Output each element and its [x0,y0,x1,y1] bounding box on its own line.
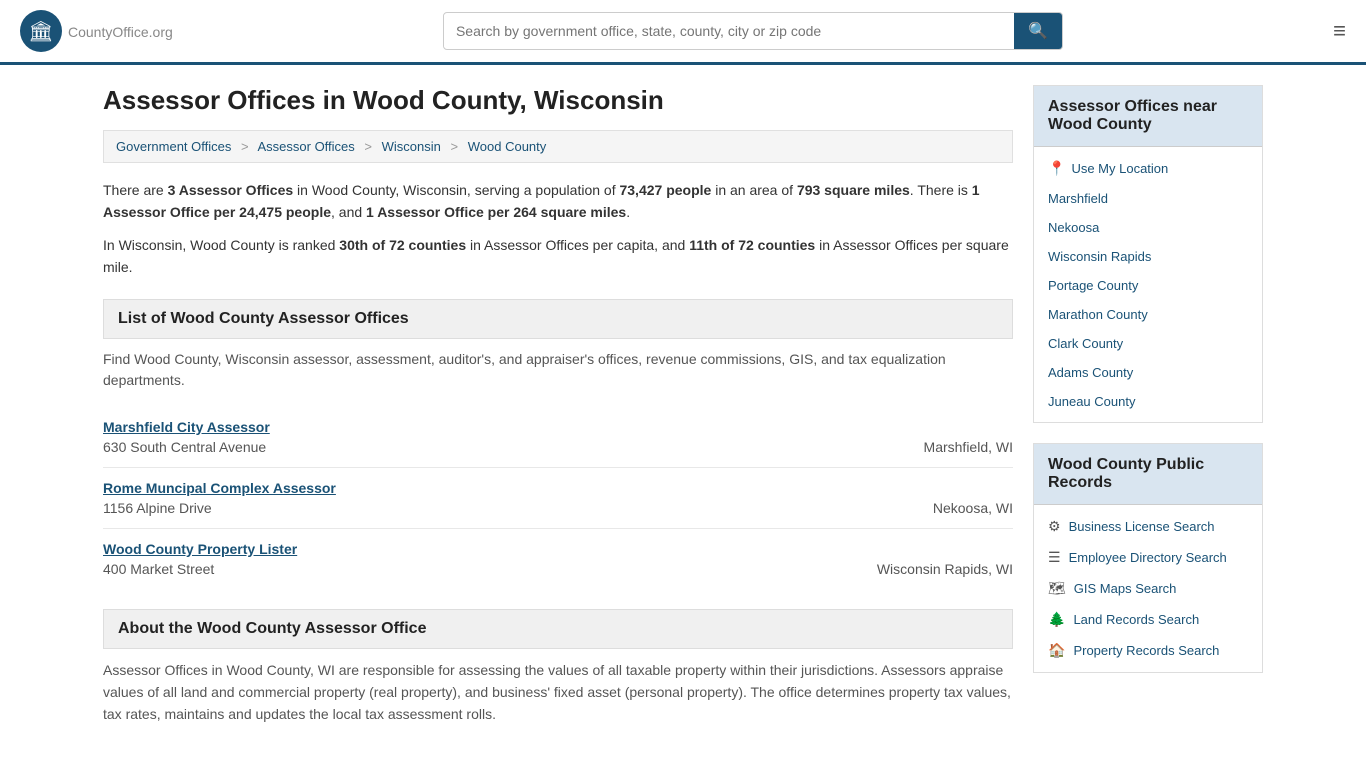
nearby-wisconsin-rapids[interactable]: Wisconsin Rapids [1034,242,1262,271]
breadcrumb-assessor-offices[interactable]: Assessor Offices [258,139,355,154]
list-section-desc: Find Wood County, Wisconsin assessor, as… [103,349,1013,391]
menu-icon[interactable]: ≡ [1333,18,1346,44]
property-records-search-link[interactable]: 🏠 Property Records Search [1034,635,1262,666]
main-content: Assessor Offices in Wood County, Wiscons… [103,85,1013,726]
office-name-marshfield[interactable]: Marshfield City Assessor [103,419,1013,435]
gear-icon: ⚙ [1048,518,1061,535]
office-address-rome: 1156 Alpine Drive [103,500,212,516]
nearby-marathon-county[interactable]: Marathon County [1034,300,1262,329]
breadcrumb: Government Offices > Assessor Offices > … [103,130,1013,163]
page-wrap: Assessor Offices in Wood County, Wiscons… [83,65,1283,746]
logo-area: 🏛 CountyOffice.org [20,10,173,52]
pin-icon: 📍 [1048,160,1065,177]
intro-paragraph-1: There are 3 Assessor Offices in Wood Cou… [103,179,1013,224]
use-location-link[interactable]: 📍 Use My Location [1034,153,1262,184]
list-icon: ☰ [1048,549,1061,566]
office-entry: Marshfield City Assessor 630 South Centr… [103,407,1013,468]
office-address-wood: 400 Market Street [103,561,214,577]
public-records-box-header: Wood County Public Records [1034,444,1262,505]
public-records-box-body: ⚙ Business License Search ☰ Employee Dir… [1034,505,1262,672]
sidebar: Assessor Offices near Wood County 📍 Use … [1033,85,1263,726]
office-city-rome: Nekoosa, WI [933,500,1013,516]
nearby-clark-county[interactable]: Clark County [1034,329,1262,358]
about-text: Assessor Offices in Wood County, WI are … [103,659,1013,726]
logo-text: CountyOffice.org [68,20,173,43]
office-city-wood: Wisconsin Rapids, WI [877,561,1013,577]
logo-icon: 🏛 [20,10,62,52]
list-section-header: List of Wood County Assessor Offices [103,299,1013,339]
business-license-search-link[interactable]: ⚙ Business License Search [1034,511,1262,542]
tree-icon: 🌲 [1048,611,1065,628]
nearby-box-header: Assessor Offices near Wood County [1034,86,1262,147]
nearby-box-body: 📍 Use My Location Marshfield Nekoosa Wis… [1034,147,1262,422]
gis-maps-search-link[interactable]: 🗺 GIS Maps Search [1034,573,1262,604]
office-entry: Rome Muncipal Complex Assessor 1156 Alpi… [103,468,1013,529]
office-city-marshfield: Marshfield, WI [924,439,1013,455]
nearby-marshfield[interactable]: Marshfield [1034,184,1262,213]
about-section: About the Wood County Assessor Office As… [103,609,1013,726]
site-header: 🏛 CountyOffice.org 🔍 ≡ [0,0,1366,65]
breadcrumb-wood-county[interactable]: Wood County [468,139,547,154]
map-icon: 🗺 [1048,580,1066,597]
home-icon: 🏠 [1048,642,1065,659]
nearby-portage-county[interactable]: Portage County [1034,271,1262,300]
land-records-search-link[interactable]: 🌲 Land Records Search [1034,604,1262,635]
nearby-box: Assessor Offices near Wood County 📍 Use … [1033,85,1263,423]
search-button[interactable]: 🔍 [1014,13,1062,49]
office-name-wood[interactable]: Wood County Property Lister [103,541,1013,557]
intro-paragraph-2: In Wisconsin, Wood County is ranked 30th… [103,234,1013,279]
search-bar: 🔍 [443,12,1063,50]
office-address-marshfield: 630 South Central Avenue [103,439,266,455]
nearby-adams-county[interactable]: Adams County [1034,358,1262,387]
page-title: Assessor Offices in Wood County, Wiscons… [103,85,1013,116]
offices-list: Marshfield City Assessor 630 South Centr… [103,407,1013,589]
nearby-nekoosa[interactable]: Nekoosa [1034,213,1262,242]
breadcrumb-wisconsin[interactable]: Wisconsin [382,139,441,154]
breadcrumb-gov-offices[interactable]: Government Offices [116,139,231,154]
about-section-header: About the Wood County Assessor Office [103,609,1013,649]
office-entry: Wood County Property Lister 400 Market S… [103,529,1013,589]
employee-directory-search-link[interactable]: ☰ Employee Directory Search [1034,542,1262,573]
search-input[interactable] [444,15,1014,47]
public-records-box: Wood County Public Records ⚙ Business Li… [1033,443,1263,673]
nearby-juneau-county[interactable]: Juneau County [1034,387,1262,416]
office-name-rome[interactable]: Rome Muncipal Complex Assessor [103,480,1013,496]
